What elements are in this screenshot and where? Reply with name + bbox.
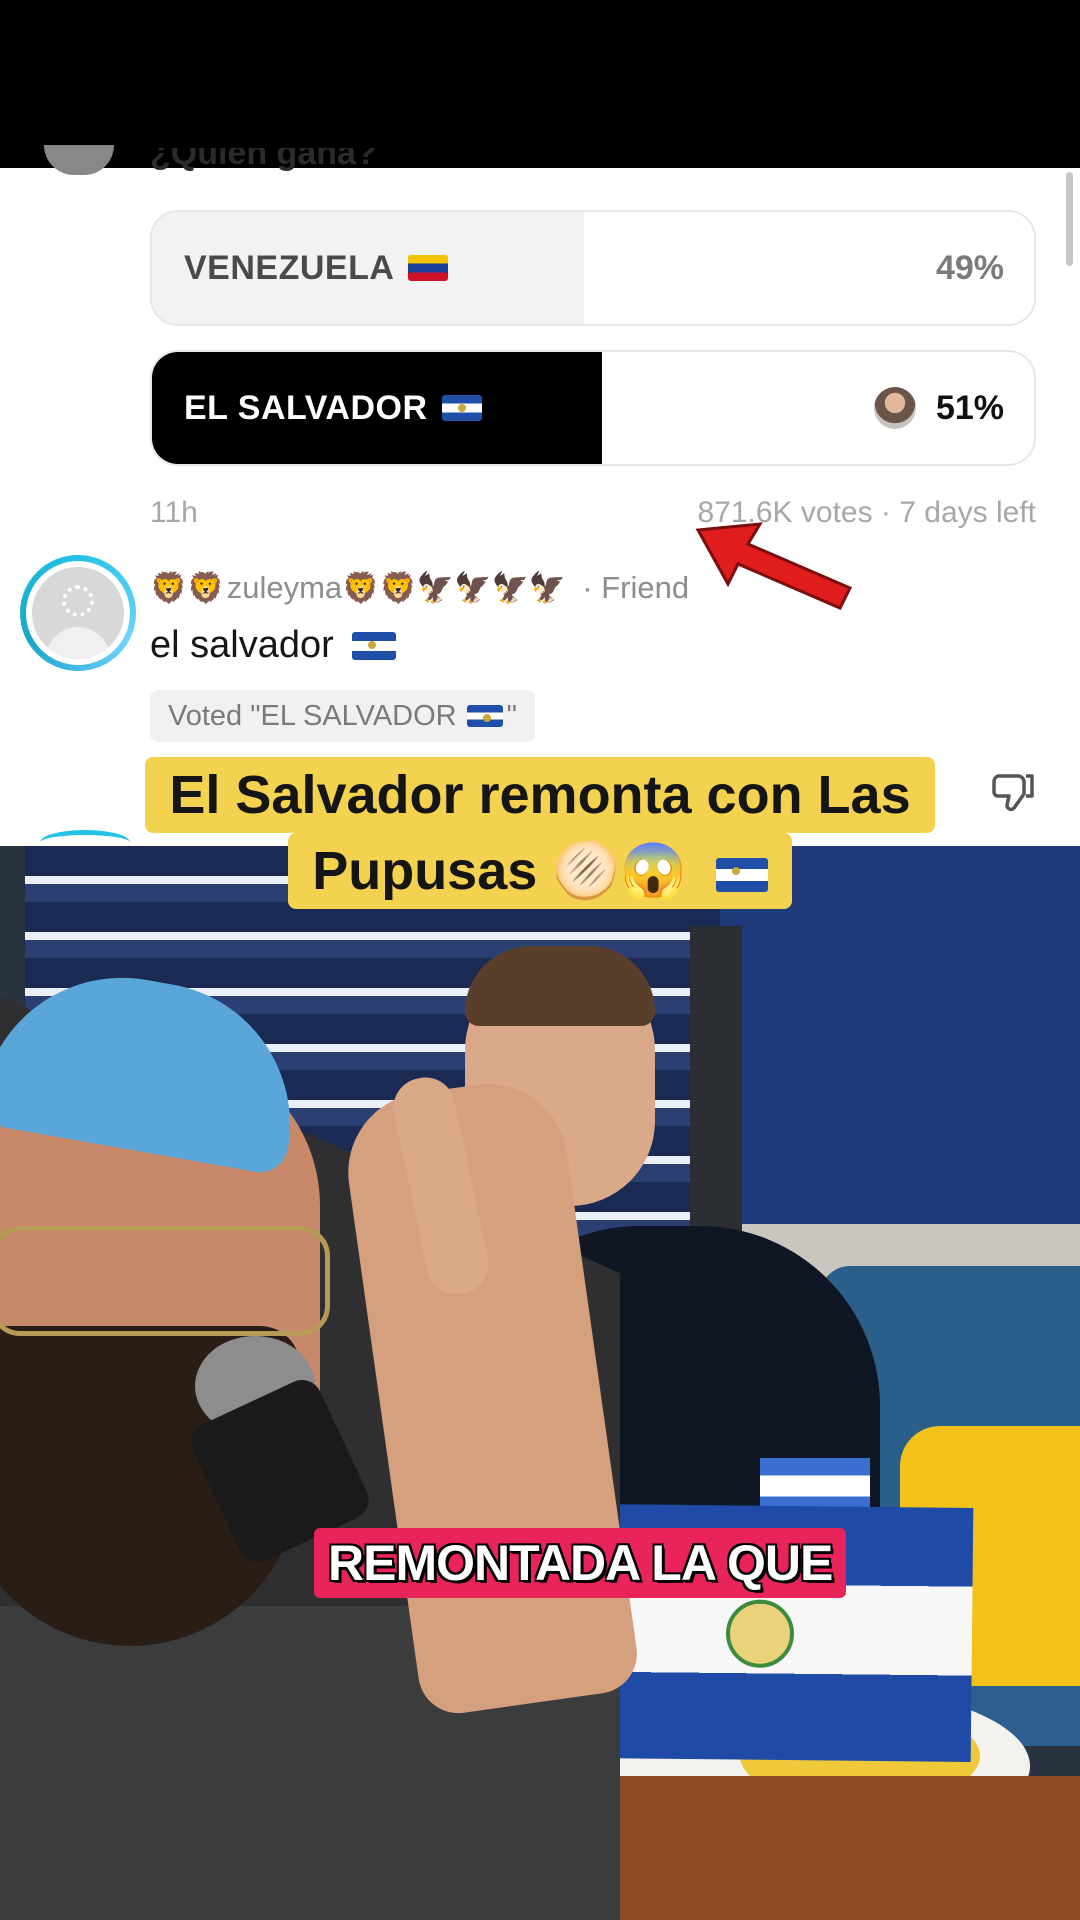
caption-line-1: El Salvador remonta con Las <box>145 757 935 833</box>
comment-relation: · Friend <box>582 570 690 605</box>
poll-question: ¿Quién gana? <box>150 148 377 172</box>
el-salvador-flag-icon <box>441 395 482 421</box>
video-caption: El Salvador remonta con Las Pupusas 🫓😱 <box>127 757 953 909</box>
poll-option-percent: 49% <box>935 248 1004 287</box>
table <box>600 1776 1080 1920</box>
poll-age: 11h <box>150 496 198 529</box>
video-subtitle: REMONTADA LA QUE <box>314 1528 847 1598</box>
poll-option-venezuela[interactable]: VENEZUELA 49% <box>150 210 1036 326</box>
poll-option-percent: 51% <box>935 388 1004 427</box>
venezuela-flag-icon <box>408 255 449 281</box>
el-salvador-flag-icon <box>351 631 396 660</box>
comment-avatar[interactable] <box>20 555 136 671</box>
coat-of-arms <box>725 1599 795 1669</box>
caption-line-2: Pupusas 🫓😱 <box>288 833 792 909</box>
pupusa-shock-emoji: 🫓😱 <box>552 841 687 901</box>
comment-username[interactable]: 🦁🦁 zuleyma 🦁🦁🦅🦅🦅🦅 · Friend <box>150 570 689 606</box>
red-arrow-icon <box>695 522 853 610</box>
poll-option-label: VENEZUELA <box>184 248 395 287</box>
voted-badge: Voted "EL SALVADOR " <box>150 690 535 742</box>
man-hair <box>465 946 655 1026</box>
el-salvador-flag-icon <box>466 705 503 727</box>
top-black-bar <box>0 0 1080 168</box>
comment-text: el salvador <box>150 624 396 667</box>
voter-avatar <box>873 387 916 429</box>
scrollbar[interactable] <box>1066 172 1073 266</box>
dislike-icon[interactable] <box>990 768 1038 816</box>
poll-option-label: EL SALVADOR <box>184 388 428 427</box>
creator-glasses <box>0 1226 330 1336</box>
el-salvador-flag-icon <box>715 857 768 892</box>
video-frame[interactable] <box>0 846 1080 1920</box>
poll-option-el-salvador[interactable]: EL SALVADOR 51% <box>150 350 1036 466</box>
next-comment-avatar[interactable] <box>40 830 130 855</box>
